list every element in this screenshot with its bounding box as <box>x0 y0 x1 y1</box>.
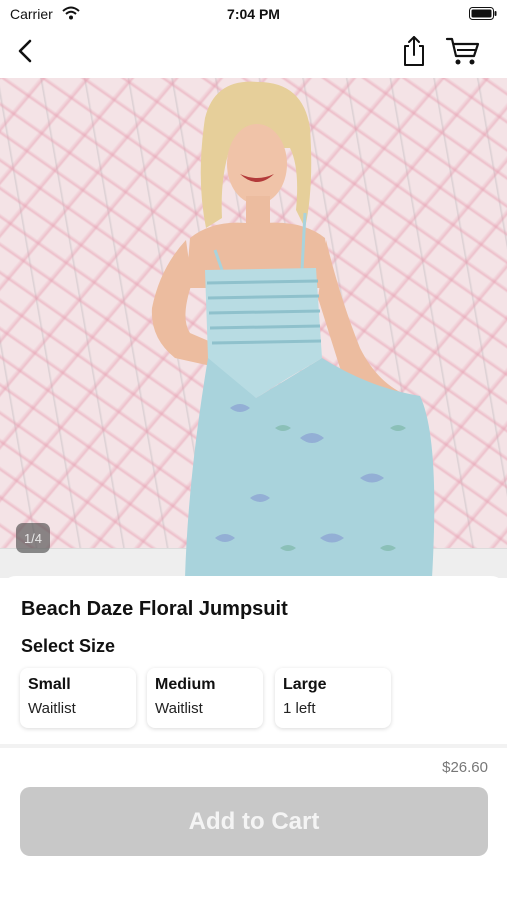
size-name: Small <box>28 676 71 693</box>
cart-icon <box>445 36 481 71</box>
size-option-small[interactable]: Small Waitlist <box>20 668 136 728</box>
status-bar: Carrier 7:04 PM <box>0 0 507 28</box>
image-counter-badge: 1/4 <box>16 523 50 553</box>
size-name: Medium <box>155 676 216 693</box>
select-size-heading: Select Size <box>21 636 116 656</box>
size-option-medium[interactable]: Medium Waitlist <box>147 668 263 728</box>
add-to-cart-button[interactable]: Add to Cart <box>20 787 488 856</box>
section-divider <box>0 744 507 748</box>
status-time: 7:04 PM <box>227 6 280 22</box>
battery-icon <box>469 7 497 20</box>
size-option-large[interactable]: Large 1 left <box>275 668 391 728</box>
size-status: Waitlist <box>28 700 76 717</box>
size-name: Large <box>283 676 327 693</box>
back-button[interactable] <box>10 38 40 68</box>
share-icon <box>401 35 427 72</box>
product-price: $26.60 <box>442 759 488 776</box>
product-image-gallery[interactable]: 1/4 <box>0 78 507 578</box>
product-details-sheet: Beach Daze Floral Jumpsuit Select Size S… <box>0 576 507 900</box>
nav-bar <box>0 28 507 78</box>
back-chevron-icon <box>17 39 33 68</box>
product-title: Beach Daze Floral Jumpsuit <box>21 598 288 620</box>
size-status: Waitlist <box>155 700 203 717</box>
model-photo <box>151 81 435 578</box>
size-status: 1 left <box>283 700 316 717</box>
cart-button[interactable] <box>444 36 482 70</box>
share-button[interactable] <box>399 35 429 72</box>
